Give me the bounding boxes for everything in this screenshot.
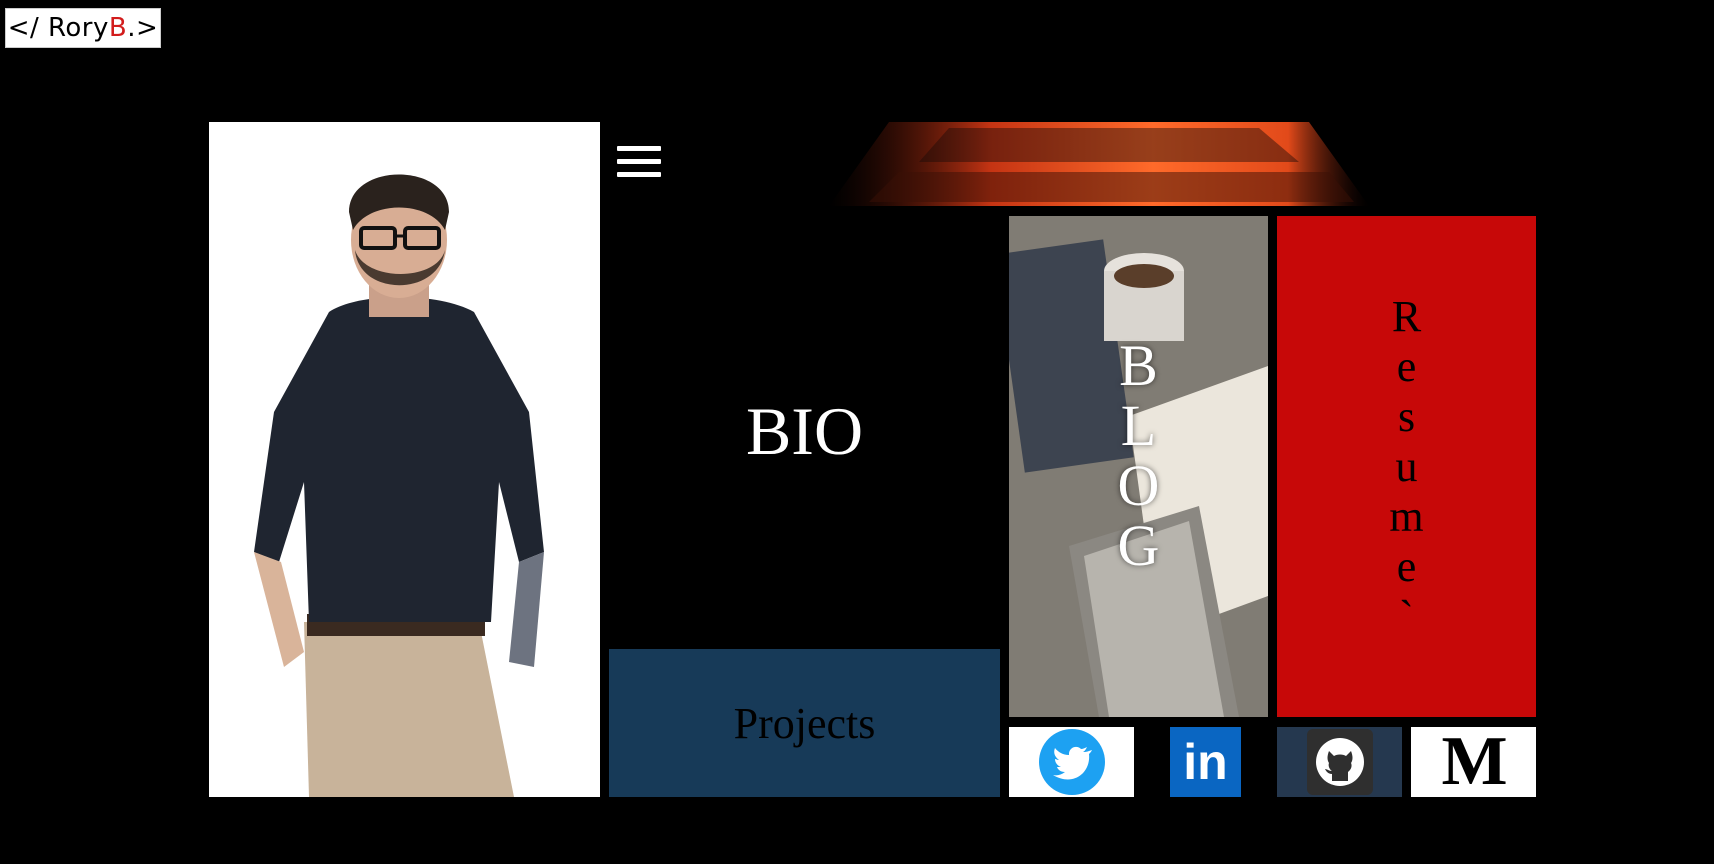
laptop-image [829,122,1369,206]
blog-letter: B [1119,333,1158,398]
resume-letter: m [1389,492,1424,541]
logo-prefix: </ Rory [7,13,109,43]
profile-photo [209,122,600,797]
github-link[interactable] [1277,727,1402,797]
blog-label: B L O G [1009,336,1268,576]
projects-tile[interactable]: Projects [609,649,1000,797]
resume-letter: R [1391,292,1422,341]
resume-letter: e [1396,542,1417,591]
header-banner [609,122,1536,206]
projects-label: Projects [733,698,876,748]
twitter-link[interactable] [1009,727,1134,797]
logo-suffix: .> [127,13,159,43]
resume-letter: e [1396,342,1417,391]
blog-letter: L [1120,393,1157,458]
blog-letter: G [1117,513,1160,578]
medium-link[interactable]: M [1411,727,1536,797]
bio-tile[interactable]: BIO [609,215,1000,648]
github-icon [1306,729,1373,795]
site-logo[interactable]: </ Rory B .> [5,8,161,48]
resume-letter: ` [1399,592,1414,641]
menu-icon[interactable] [617,146,661,182]
linkedin-icon: in [1183,734,1228,790]
resume-tile[interactable]: R e s u m e ` [1277,216,1536,717]
logo-accent: B [108,13,128,43]
linkedin-link[interactable]: in [1170,727,1241,797]
resume-letter: s [1397,392,1416,441]
bio-label: BIO [745,393,864,469]
resume-label: R e s u m e ` [1277,292,1536,642]
blog-tile[interactable]: B L O G [1009,216,1268,717]
resume-letter: u [1395,442,1418,491]
medium-icon: M [1441,723,1507,800]
twitter-icon [1038,729,1105,795]
blog-letter: O [1117,453,1160,518]
